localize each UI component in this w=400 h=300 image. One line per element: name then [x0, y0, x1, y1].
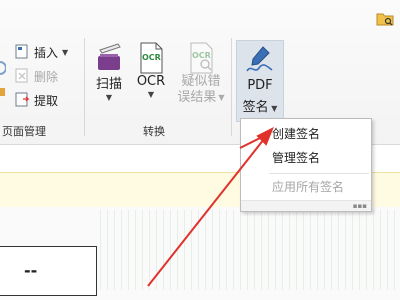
extract-page-button[interactable]: 提取 — [14, 90, 58, 110]
suspect-label-line2: 误结果 ▼ — [177, 90, 225, 105]
create-signature-label: 创建签名 — [272, 126, 321, 141]
delete-page-icon — [14, 67, 30, 86]
extract-page-icon — [14, 91, 30, 110]
menu-item-apply-all-signatures[interactable]: 应用所有签名 — [241, 175, 371, 197]
pdf-signature-label-line1: PDF — [247, 78, 273, 93]
group-separator — [231, 38, 232, 136]
chevron-down-icon: ▼ — [105, 93, 113, 102]
scanner-icon — [94, 42, 124, 77]
insert-label: 插入 — [34, 45, 59, 60]
pdf-signature-button[interactable]: PDF 签名 ▼ — [236, 40, 284, 122]
pen-signature-icon — [245, 44, 275, 77]
scan-label: 扫描 — [95, 77, 122, 92]
insert-page-button[interactable]: 插入 ▼ — [14, 42, 68, 62]
extract-label: 提取 — [34, 93, 59, 108]
grip-icon: ▪▪▪ — [352, 202, 367, 210]
insert-page-icon — [14, 43, 30, 62]
page-background-pattern — [100, 210, 400, 290]
scan-button[interactable]: 扫描 ▼ — [92, 42, 126, 102]
document-text-box: -- — [0, 246, 97, 296]
document-box-text: -- — [24, 261, 38, 280]
chevron-down-icon: ▼ — [62, 47, 69, 57]
menu-item-create-signature[interactable]: 创建签名 — [241, 122, 371, 144]
delete-page-button[interactable]: 删除 — [14, 66, 58, 86]
convert-group-label: 转换 — [143, 125, 165, 138]
apply-all-signatures-label: 应用所有签名 — [272, 179, 345, 194]
pdf-signature-label-line2: 签名 ▼ — [242, 100, 278, 115]
ocr-suspect-icon: OCR — [188, 42, 214, 74]
ocr-document-icon: OCR — [138, 42, 164, 74]
partial-icon — [0, 58, 7, 98]
suspect-label-line1: 疑似错 — [181, 74, 221, 89]
open-folder-icon[interactable] — [376, 11, 394, 27]
ocr-button[interactable]: OCR OCR ▼ — [134, 42, 168, 99]
signature-dropdown-menu: 创建签名 管理签名 应用所有签名 ▪▪▪ — [240, 118, 372, 212]
ocr-label: OCR — [136, 74, 166, 89]
suspect-results-button[interactable]: OCR 疑似错 误结果 ▼ — [176, 42, 226, 106]
group-separator — [84, 38, 85, 136]
delete-label: 删除 — [34, 69, 59, 84]
ocr-icon-text: OCR — [192, 51, 211, 60]
ocr-icon-text: OCR — [142, 53, 161, 62]
chevron-down-icon: ▼ — [268, 104, 278, 113]
chevron-down-icon: ▼ — [147, 90, 155, 99]
menu-resize-grip[interactable]: ▪▪▪ — [241, 200, 371, 211]
manage-signature-label: 管理签名 — [272, 150, 321, 165]
menu-item-manage-signature[interactable]: 管理签名 — [241, 146, 371, 168]
menu-separator — [269, 173, 369, 174]
page-management-group-label: 页面管理 — [2, 125, 46, 138]
